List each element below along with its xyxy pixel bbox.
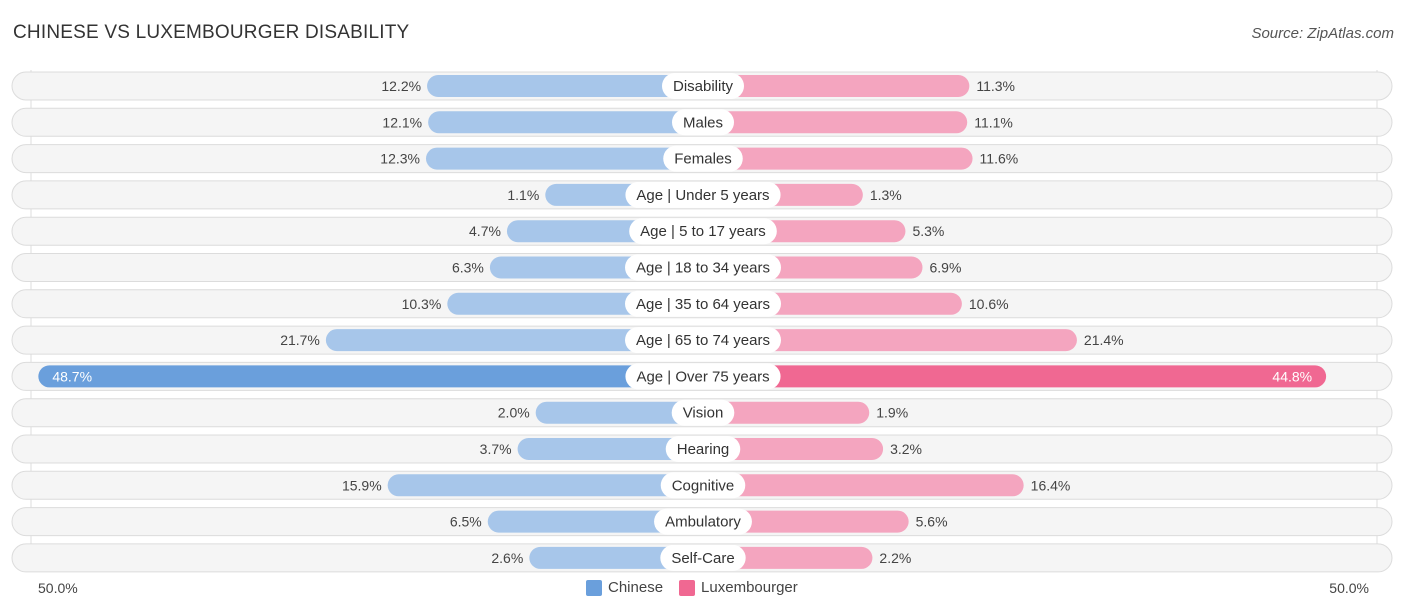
bar-row: Males 12.1% 11.1% [11,107,1393,137]
category-label: Age | Under 5 years [636,187,769,204]
bar-chinese [387,474,703,497]
value-label-luxembourger: 10.6% [969,296,1009,312]
value-label-luxembourger: 1.9% [876,405,908,421]
bar-row: Ambulatory 6.5% 5.6% [11,507,1393,537]
value-label-luxembourger: 11.3% [976,78,1015,94]
category-label: Disability [673,78,734,95]
value-label-chinese: 12.1% [382,114,422,130]
bar-luxembourger [703,111,968,134]
bar-luxembourger [703,365,1327,388]
bar-chinese [426,147,703,170]
bar-row: Age | 65 to 74 years 21.7% 21.4% [11,325,1393,355]
bar-row: Hearing 3.7% 3.2% [11,434,1393,464]
value-label-chinese: 3.7% [480,441,512,457]
category-label: Self-Care [671,550,734,567]
chart-area: Disability 12.2% 11.3% Males 12.1% 11.1% Femal… [11,70,1393,573]
category-label: Vision [683,405,724,422]
bar-chinese [38,365,704,388]
legend-item-chinese: Chinese [586,579,663,596]
category-label: Hearing [677,441,730,458]
value-label-chinese: 10.3% [402,296,442,312]
axis-left-label: 50.0% [38,580,78,596]
bar-row: Age | Over 75 years 48.7% 44.8% [11,361,1393,391]
value-label-chinese: 21.7% [280,332,320,348]
category-label: Females [674,151,732,168]
category-label: Age | Over 75 years [636,368,769,385]
legend-swatch-luxembourger [679,579,696,596]
value-label-chinese: 1.1% [507,187,539,203]
bar-row: Cognitive 15.9% 16.4% [11,470,1393,500]
value-label-luxembourger: 2.2% [879,550,911,566]
category-label: Cognitive [672,477,735,494]
value-label-luxembourger: 3.2% [890,441,922,457]
bar-luxembourger [703,147,973,170]
value-label-chinese: 12.3% [380,151,420,167]
category-label: Age | 5 to 17 years [640,223,766,240]
bar-row: Vision 2.0% 1.9% [11,398,1393,428]
value-label-luxembourger: 6.9% [929,260,961,276]
legend-item-luxembourger: Luxembourger [679,579,798,596]
bar-chinese [428,111,703,134]
value-label-luxembourger: 16.4% [1031,477,1071,493]
value-label-chinese: 48.7% [52,368,92,384]
bar-chinese [427,75,703,97]
category-label: Males [683,114,723,131]
value-label-chinese: 2.0% [498,405,530,421]
value-label-chinese: 6.5% [450,514,482,530]
value-label-chinese: 6.3% [452,260,484,276]
value-label-luxembourger: 11.6% [980,151,1019,167]
bar-row: Disability 12.2% 11.3% [11,71,1393,101]
bar-row: Age | Under 5 years 1.1% 1.3% [11,180,1393,210]
bar-row: Age | 35 to 64 years 10.3% 10.6% [11,289,1393,319]
category-label: Age | 65 to 74 years [636,332,770,349]
value-label-luxembourger: 44.8% [1272,368,1312,384]
category-label: Ambulatory [665,514,741,531]
value-label-chinese: 15.9% [342,477,382,493]
legend: Chinese Luxembourger [586,579,814,596]
category-label: Age | 18 to 34 years [636,260,770,277]
value-label-chinese: 12.2% [381,78,421,94]
value-label-luxembourger: 21.4% [1084,332,1124,348]
bar-row: Self-Care 2.6% 2.2% [11,543,1393,573]
legend-label-luxembourger: Luxembourger [701,579,798,596]
legend-swatch-chinese [586,579,602,596]
legend-label-chinese: Chinese [608,579,664,596]
bar-luxembourger [703,474,1024,497]
bar-row: Age | 18 to 34 years 6.3% 6.9% [11,253,1393,282]
category-label: Age | 35 to 64 years [636,296,770,313]
value-label-chinese: 2.6% [491,550,523,566]
bar-row: Females 12.3% 11.6% [11,144,1393,174]
value-label-luxembourger: 1.3% [870,187,902,203]
value-label-luxembourger: 5.3% [912,223,944,239]
value-label-chinese: 4.7% [469,223,501,239]
value-label-luxembourger: 11.1% [974,114,1013,130]
value-label-luxembourger: 5.6% [916,514,948,530]
axis-right-label: 50.0% [1329,580,1369,596]
bar-row: Age | 5 to 17 years 4.7% 5.3% [11,216,1393,246]
